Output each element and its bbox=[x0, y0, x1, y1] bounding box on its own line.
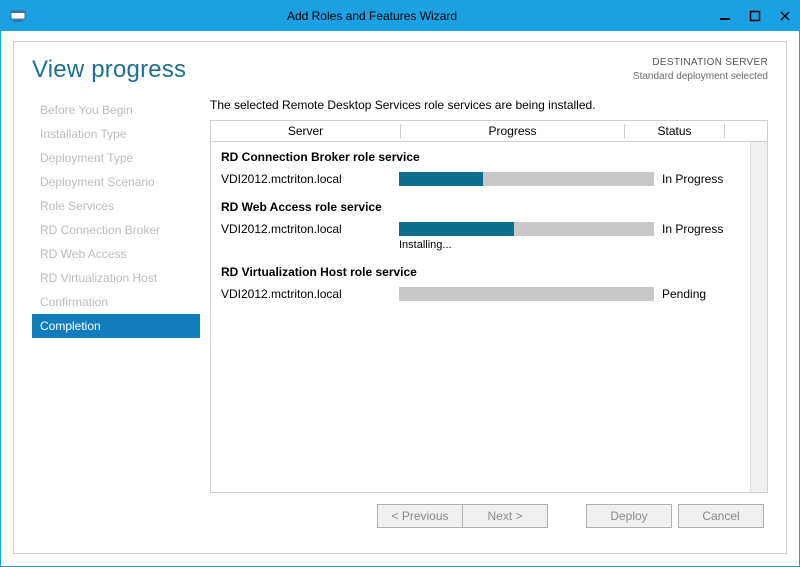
next-button[interactable]: Next > bbox=[462, 504, 548, 528]
destination-label: DESTINATION SERVER bbox=[633, 56, 768, 70]
progress-table-header: Server Progress Status bbox=[210, 120, 768, 142]
app-icon bbox=[1, 1, 35, 31]
cancel-button[interactable]: Cancel bbox=[678, 504, 764, 528]
progress-subtext: Installing... bbox=[399, 239, 654, 251]
step-completion[interactable]: Completion bbox=[32, 314, 200, 338]
progress-bar bbox=[399, 287, 654, 301]
window-controls bbox=[709, 1, 799, 31]
step-role-services: Role Services bbox=[32, 194, 200, 218]
col-progress: Progress bbox=[401, 124, 625, 138]
destination-value: Standard deployment selected bbox=[633, 70, 768, 84]
progress-table-body: RD Connection Broker role service VDI201… bbox=[210, 142, 768, 493]
cell-server: VDI2012.mctriton.local bbox=[221, 222, 399, 236]
step-before-you-begin: Before You Begin bbox=[32, 98, 200, 122]
wizard-steps-sidebar: Before You Begin Installation Type Deplo… bbox=[32, 98, 200, 493]
cell-status: In Progress bbox=[662, 172, 757, 186]
group-title: RD Web Access role service bbox=[221, 200, 757, 214]
step-installation-type: Installation Type bbox=[32, 122, 200, 146]
destination-info: DESTINATION SERVER Standard deployment s… bbox=[633, 56, 768, 83]
group-rd-connection-broker: RD Connection Broker role service VDI201… bbox=[211, 142, 767, 192]
vertical-scrollbar[interactable] bbox=[750, 142, 767, 492]
previous-button[interactable]: < Previous bbox=[377, 504, 463, 528]
progress-bar bbox=[399, 222, 654, 236]
maximize-button[interactable] bbox=[739, 1, 769, 31]
window-title: Add Roles and Features Wizard bbox=[35, 1, 709, 31]
cell-progress bbox=[399, 172, 662, 186]
deploy-button[interactable]: Deploy bbox=[586, 504, 672, 528]
progress-fill bbox=[399, 222, 514, 236]
table-row: VDI2012.mctriton.local Pending bbox=[221, 285, 757, 307]
group-rd-virtualization-host: RD Virtualization Host role service VDI2… bbox=[211, 257, 767, 307]
group-title: RD Virtualization Host role service bbox=[221, 265, 757, 279]
footer-buttons: < Previous Next > Deploy Cancel bbox=[32, 493, 768, 539]
close-button[interactable] bbox=[769, 1, 799, 31]
cell-progress bbox=[399, 287, 662, 301]
table-row: VDI2012.mctriton.local In Progress bbox=[221, 170, 757, 192]
col-server: Server bbox=[211, 124, 401, 138]
group-rd-web-access: RD Web Access role service VDI2012.mctri… bbox=[211, 192, 767, 257]
step-rd-virtualization-host: RD Virtualization Host bbox=[32, 266, 200, 290]
minimize-button[interactable] bbox=[709, 1, 739, 31]
step-confirmation: Confirmation bbox=[32, 290, 200, 314]
step-deployment-type: Deployment Type bbox=[32, 146, 200, 170]
progress-bar bbox=[399, 172, 654, 186]
wizard-body: View progress DESTINATION SERVER Standar… bbox=[1, 31, 799, 566]
group-title: RD Connection Broker role service bbox=[221, 150, 757, 164]
titlebar: Add Roles and Features Wizard bbox=[1, 1, 799, 31]
step-deployment-scenario: Deployment Scenario bbox=[32, 170, 200, 194]
nav-button-group: < Previous Next > bbox=[377, 504, 548, 528]
progress-fill bbox=[399, 172, 483, 186]
description-text: The selected Remote Desktop Services rol… bbox=[210, 98, 768, 112]
page-title: View progress bbox=[32, 56, 186, 84]
wizard-window: Add Roles and Features Wizard View progr… bbox=[0, 0, 800, 567]
cell-status: Pending bbox=[662, 287, 757, 301]
step-rd-connection-broker: RD Connection Broker bbox=[32, 218, 200, 242]
main-panel: The selected Remote Desktop Services rol… bbox=[200, 98, 768, 493]
table-row: VDI2012.mctriton.local Installing... In … bbox=[221, 220, 757, 257]
cell-status: In Progress bbox=[662, 222, 757, 236]
cell-server: VDI2012.mctriton.local bbox=[221, 287, 399, 301]
col-status: Status bbox=[625, 124, 725, 138]
cell-server: VDI2012.mctriton.local bbox=[221, 172, 399, 186]
cell-progress: Installing... bbox=[399, 222, 662, 251]
wizard-page: View progress DESTINATION SERVER Standar… bbox=[13, 41, 787, 554]
step-rd-web-access: RD Web Access bbox=[32, 242, 200, 266]
